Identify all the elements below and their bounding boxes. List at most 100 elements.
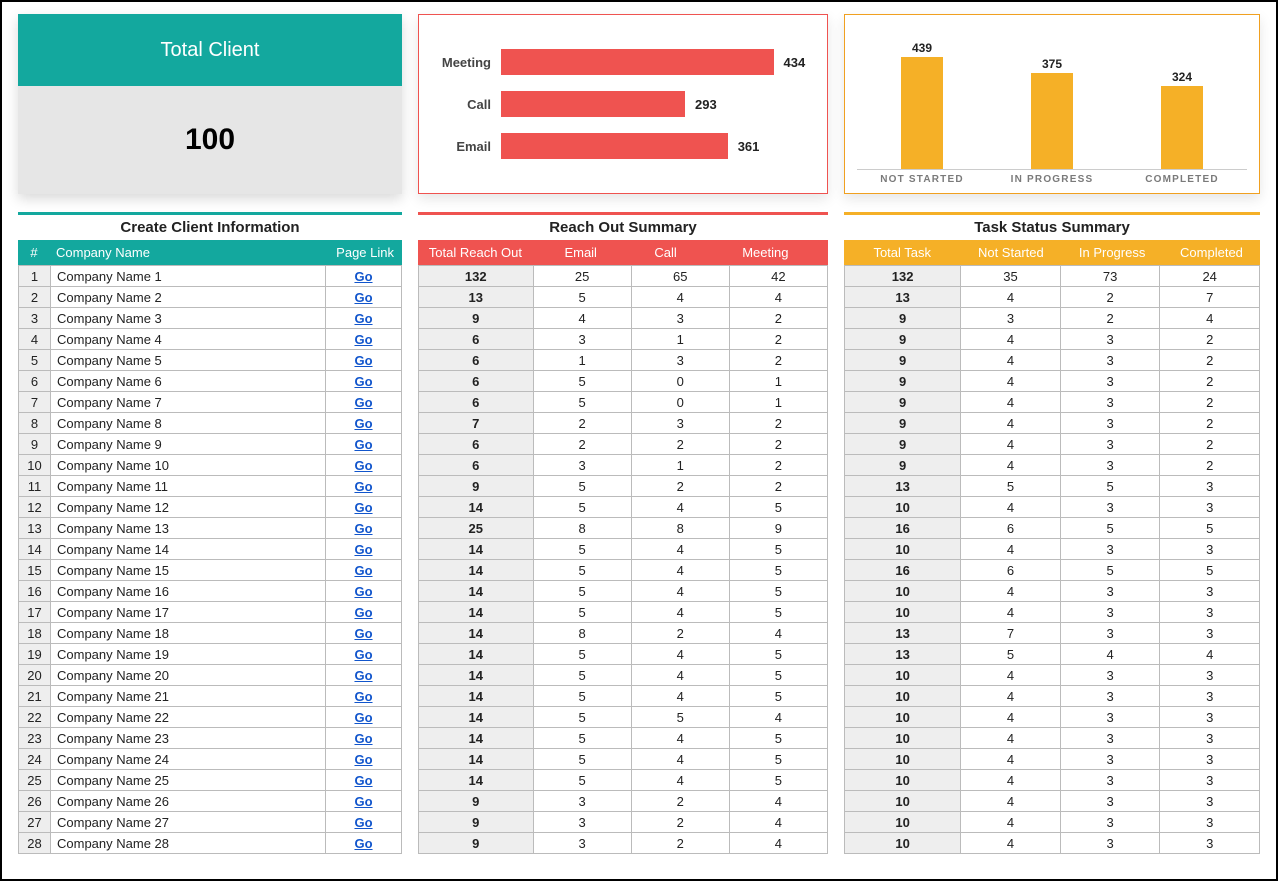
task-cell: 3 bbox=[1060, 413, 1160, 434]
reach-cell: 3 bbox=[631, 350, 729, 371]
go-link[interactable]: Go bbox=[354, 416, 372, 431]
task-rule bbox=[844, 212, 1260, 215]
client-rule bbox=[18, 212, 402, 215]
go-link[interactable]: Go bbox=[354, 731, 372, 746]
task-cell: 3 bbox=[1160, 728, 1260, 749]
hbar-bar bbox=[501, 133, 728, 159]
task-cell: 3 bbox=[1060, 623, 1160, 644]
go-link[interactable]: Go bbox=[354, 332, 372, 347]
task-cell: 3 bbox=[1160, 539, 1260, 560]
row-number: 11 bbox=[19, 476, 51, 497]
reach-cell: 9 bbox=[419, 812, 534, 833]
go-link[interactable]: Go bbox=[354, 584, 372, 599]
task-cell: 16 bbox=[845, 560, 961, 581]
row-number: 8 bbox=[19, 413, 51, 434]
reach-cell: 8 bbox=[533, 623, 631, 644]
task-cell: 10 bbox=[845, 686, 961, 707]
reach-cell: 4 bbox=[729, 287, 827, 308]
table-row: 9432 bbox=[845, 434, 1260, 455]
hbar-bar bbox=[501, 91, 685, 117]
hbar-row: Email361 bbox=[431, 125, 815, 167]
task-cell: 4 bbox=[961, 686, 1061, 707]
go-link[interactable]: Go bbox=[354, 542, 372, 557]
reach-cell: 2 bbox=[729, 413, 827, 434]
reach-cell: 14 bbox=[419, 581, 534, 602]
task-cell: 9 bbox=[845, 329, 961, 350]
go-link[interactable]: Go bbox=[354, 374, 372, 389]
row-number: 2 bbox=[19, 287, 51, 308]
task-cell: 3 bbox=[1060, 539, 1160, 560]
page-link-cell: Go bbox=[326, 497, 402, 518]
go-link[interactable]: Go bbox=[354, 689, 372, 704]
reach-cell: 5 bbox=[533, 560, 631, 581]
table-row: 9432 bbox=[845, 413, 1260, 434]
go-link[interactable]: Go bbox=[354, 794, 372, 809]
hbar-label: Meeting bbox=[431, 55, 501, 70]
reach-cell: 2 bbox=[729, 476, 827, 497]
reach-cell: 25 bbox=[533, 266, 631, 287]
table-row: 7Company Name 7Go bbox=[19, 392, 402, 413]
task-cell: 10 bbox=[845, 602, 961, 623]
go-link[interactable]: Go bbox=[354, 437, 372, 452]
go-link[interactable]: Go bbox=[354, 479, 372, 494]
page-link-cell: Go bbox=[326, 602, 402, 623]
reach-cell: 5 bbox=[533, 749, 631, 770]
company-name-cell: Company Name 11 bbox=[51, 476, 326, 497]
reach-cell: 14 bbox=[419, 623, 534, 644]
go-link[interactable]: Go bbox=[354, 311, 372, 326]
page-link-cell: Go bbox=[326, 581, 402, 602]
go-link[interactable]: Go bbox=[354, 269, 372, 284]
reach-cell: 9 bbox=[419, 308, 534, 329]
go-link[interactable]: Go bbox=[354, 395, 372, 410]
task-section-header: Task Status Summary bbox=[844, 212, 1260, 240]
go-link[interactable]: Go bbox=[354, 626, 372, 641]
task-cell: 10 bbox=[845, 833, 961, 854]
vbar-bar bbox=[1031, 73, 1073, 169]
task-cell: 2 bbox=[1060, 308, 1160, 329]
go-link[interactable]: Go bbox=[354, 647, 372, 662]
row-number: 3 bbox=[19, 308, 51, 329]
task-cell: 3 bbox=[1060, 371, 1160, 392]
go-link[interactable]: Go bbox=[354, 836, 372, 851]
task-cell: 3 bbox=[1160, 602, 1260, 623]
row-number: 25 bbox=[19, 770, 51, 791]
go-link[interactable]: Go bbox=[354, 710, 372, 725]
go-link[interactable]: Go bbox=[354, 290, 372, 305]
vbar-col: 439 bbox=[857, 41, 987, 169]
hbar-row: Meeting434 bbox=[431, 41, 815, 83]
go-link[interactable]: Go bbox=[354, 752, 372, 767]
table-row: 28Company Name 28Go bbox=[19, 833, 402, 854]
go-link[interactable]: Go bbox=[354, 563, 372, 578]
go-link[interactable]: Go bbox=[354, 605, 372, 620]
task-cell: 4 bbox=[961, 812, 1061, 833]
go-link[interactable]: Go bbox=[354, 668, 372, 683]
reach-cell: 1 bbox=[631, 455, 729, 476]
page-link-cell: Go bbox=[326, 434, 402, 455]
table-row: 16655 bbox=[845, 560, 1260, 581]
reach-cell: 13 bbox=[419, 287, 534, 308]
task-cell: 3 bbox=[1160, 833, 1260, 854]
go-link[interactable]: Go bbox=[354, 815, 372, 830]
page-link-cell: Go bbox=[326, 728, 402, 749]
reach-cell: 9 bbox=[419, 476, 534, 497]
client-col-name: Company Name bbox=[50, 240, 326, 265]
reach-cell: 5 bbox=[729, 602, 827, 623]
vbar-value: 375 bbox=[1042, 57, 1062, 71]
go-link[interactable]: Go bbox=[354, 458, 372, 473]
vbar-col: 375 bbox=[987, 57, 1117, 169]
task-cell: 4 bbox=[961, 434, 1061, 455]
table-row: 12Company Name 12Go bbox=[19, 497, 402, 518]
reach-cell: 5 bbox=[533, 665, 631, 686]
company-name-cell: Company Name 25 bbox=[51, 770, 326, 791]
task-cell: 4 bbox=[961, 413, 1061, 434]
vbar-col: 324 bbox=[1117, 70, 1247, 169]
go-link[interactable]: Go bbox=[354, 500, 372, 515]
go-link[interactable]: Go bbox=[354, 773, 372, 788]
task-cell: 3 bbox=[1160, 623, 1260, 644]
reach-cell: 2 bbox=[631, 812, 729, 833]
vbar-bar bbox=[901, 57, 943, 169]
table-row: 16Company Name 16Go bbox=[19, 581, 402, 602]
reach-cell: 2 bbox=[631, 476, 729, 497]
go-link[interactable]: Go bbox=[354, 521, 372, 536]
go-link[interactable]: Go bbox=[354, 353, 372, 368]
